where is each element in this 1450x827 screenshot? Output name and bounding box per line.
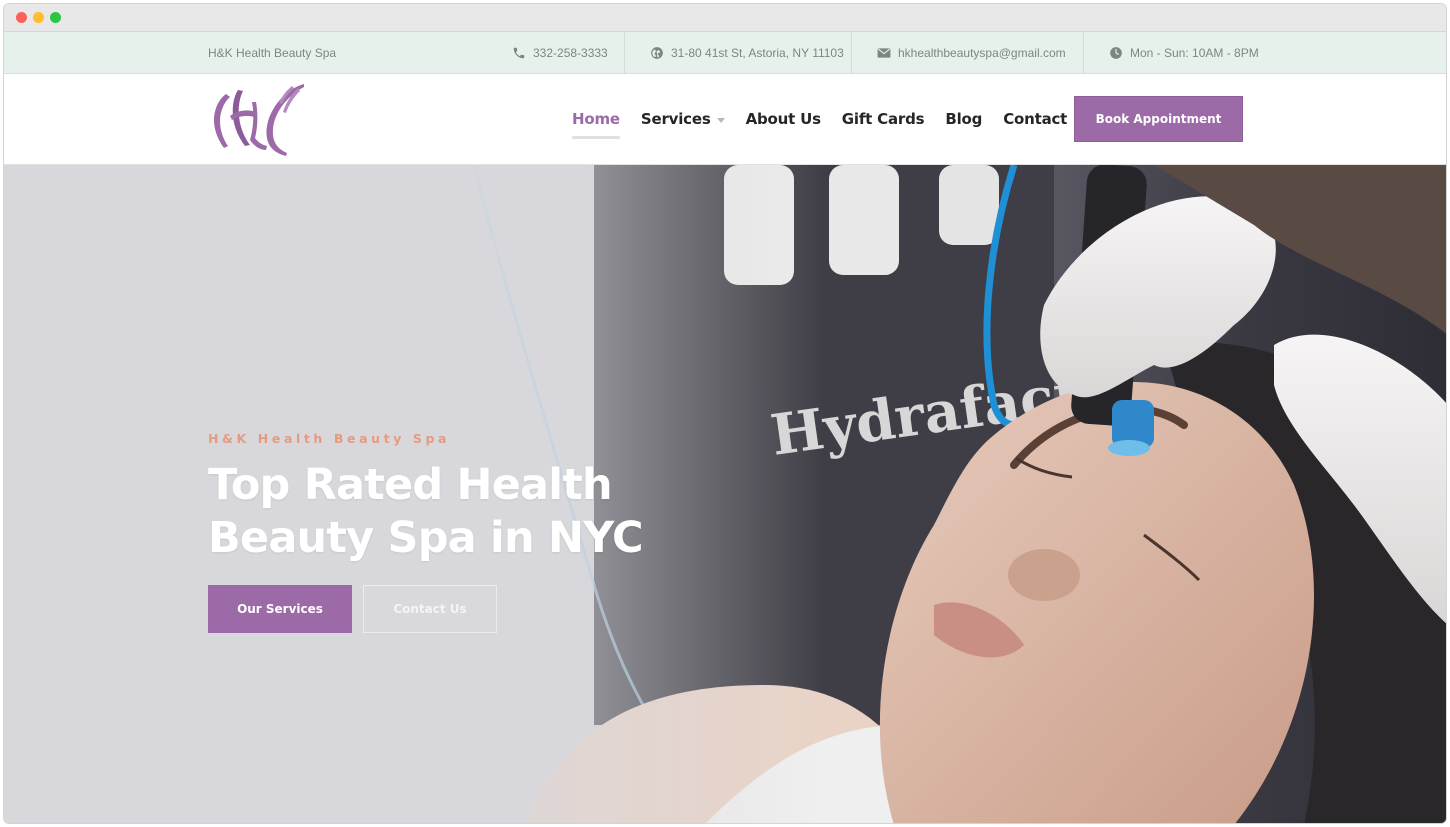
nav-label: Home — [572, 110, 620, 128]
main-navbar: Home Services About Us Gift Cards Blog C… — [4, 74, 1446, 165]
topbar-divider — [1083, 32, 1084, 74]
site-logo[interactable] — [208, 82, 306, 158]
hero-eyebrow: H&K Health Beauty Spa — [208, 431, 451, 446]
nav-item-about-us[interactable]: About Us — [746, 110, 821, 128]
book-appointment-button[interactable]: Book Appointment — [1074, 96, 1243, 142]
contact-topbar: H&K Health Beauty Spa 332-258-3333 31-80… — [4, 32, 1446, 74]
nav-item-gift-cards[interactable]: Gift Cards — [842, 110, 925, 128]
topbar-divider — [851, 32, 852, 74]
clock-icon — [1109, 46, 1123, 60]
nav-item-blog[interactable]: Blog — [945, 110, 982, 128]
nav-label: Services — [640, 110, 711, 128]
close-window-button[interactable] — [16, 12, 27, 23]
topbar-phone[interactable]: 332-258-3333 — [512, 32, 608, 74]
hero-section: Hydrafacial H&K Health Beauty Spa Top Ra… — [4, 165, 1446, 823]
contact-us-button[interactable]: Contact Us — [363, 585, 497, 633]
nav-item-services[interactable]: Services — [641, 110, 725, 128]
nav-label: Contact — [1003, 110, 1068, 128]
topbar-brand: H&K Health Beauty Spa — [208, 46, 337, 60]
topbar-address[interactable]: 31-80 41st St, Astoria, NY 11103 — [650, 32, 844, 74]
nav-item-home[interactable]: Home — [572, 110, 620, 139]
topbar-hours: Mon - Sun: 10AM - 8PM — [1109, 32, 1259, 74]
minimize-window-button[interactable] — [33, 12, 44, 23]
address-text[interactable]: 31-80 41st St, Astoria, NY 11103 — [671, 46, 844, 60]
nav-label: About Us — [745, 110, 821, 128]
nav-item-contact[interactable]: Contact — [1003, 110, 1067, 128]
chevron-down-icon — [716, 117, 725, 123]
globe-icon — [650, 46, 664, 60]
topbar-divider — [624, 32, 625, 74]
phone-number[interactable]: 332-258-3333 — [533, 46, 608, 60]
browser-window: H&K Health Beauty Spa 332-258-3333 31-80… — [3, 3, 1447, 824]
hours-text: Mon - Sun: 10AM - 8PM — [1130, 46, 1259, 60]
email-link[interactable]: hkhealthbeautyspa@gmail.com — [898, 46, 1066, 60]
phone-icon — [512, 46, 526, 60]
topbar-email[interactable]: hkhealthbeautyspa@gmail.com — [877, 32, 1066, 74]
nav-label: Blog — [945, 110, 983, 128]
our-services-button[interactable]: Our Services — [208, 585, 352, 633]
primary-nav: Home Services About Us Gift Cards Blog C… — [572, 74, 1088, 164]
hero-title: Top Rated Health Beauty Spa in NYC — [208, 460, 644, 563]
window-titlebar — [4, 4, 1446, 32]
nav-label: Gift Cards — [841, 110, 925, 128]
envelope-icon — [877, 47, 891, 59]
maximize-window-button[interactable] — [50, 12, 61, 23]
